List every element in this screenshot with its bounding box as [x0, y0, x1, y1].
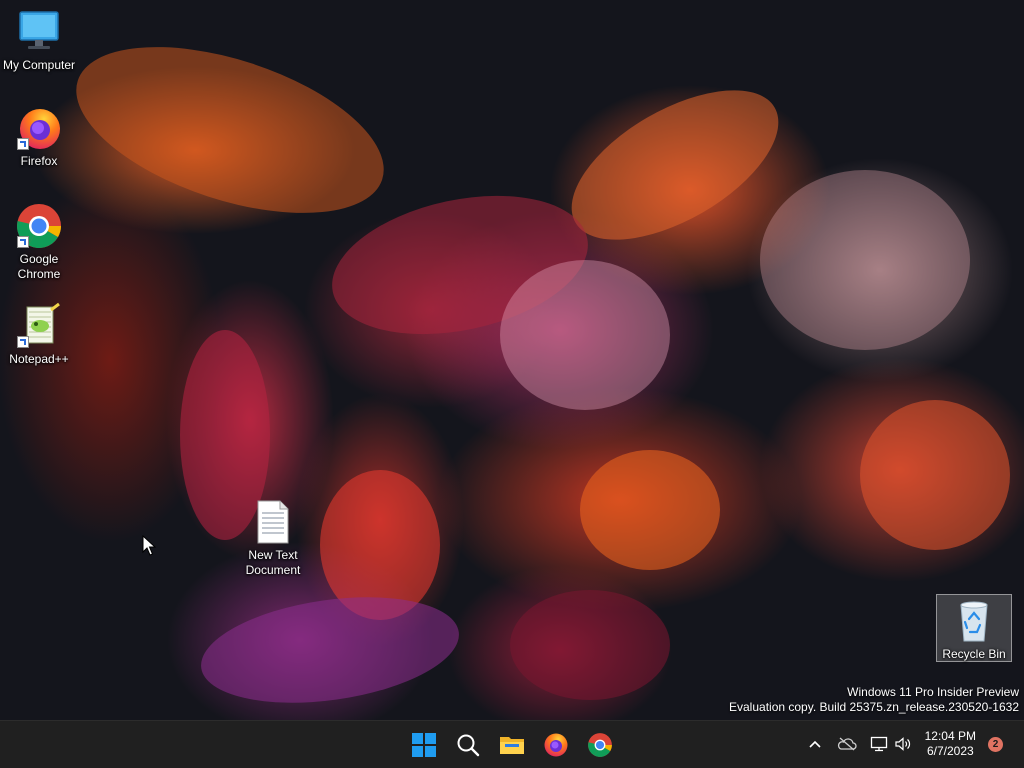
desktop-icon-my-computer[interactable]: My Computer — [0, 8, 78, 73]
clock-button[interactable]: 12:04 PM 6/7/2023 — [925, 729, 976, 759]
taskbar: 12:04 PM 6/7/2023 2 — [0, 720, 1024, 768]
search-icon — [457, 734, 480, 757]
volume-button[interactable] — [892, 734, 914, 754]
desktop-icon-label: Firefox — [20, 154, 58, 168]
monitor-icon — [15, 8, 63, 56]
search-button[interactable] — [450, 727, 486, 763]
firefox-taskbar-button[interactable] — [538, 727, 574, 763]
desktop[interactable]: My Computer Firefox Google Chrome Notepa… — [0, 0, 1024, 720]
desktop-icon-label: Google Chrome — [17, 252, 61, 281]
desktop-icon-google-chrome[interactable]: Google Chrome — [0, 202, 78, 282]
chrome-icon — [15, 202, 63, 250]
clock-time: 12:04 PM — [924, 729, 976, 743]
wallpaper-ribbon — [500, 260, 670, 410]
start-button[interactable] — [406, 727, 442, 763]
onedrive-offline-icon — [837, 737, 857, 751]
wallpaper-ribbon — [510, 590, 670, 700]
shortcut-arrow-icon — [17, 336, 29, 348]
desktop-icon-label: Notepad++ — [9, 352, 69, 366]
text-file-icon — [249, 498, 297, 546]
desktop-icon-recycle-bin[interactable]: Recycle Bin — [936, 594, 1012, 662]
wallpaper-ribbon — [194, 582, 466, 718]
watermark-line-1: Windows 11 Pro Insider Preview — [847, 685, 1019, 699]
network-icon — [870, 736, 888, 752]
volume-icon — [895, 737, 911, 751]
file-explorer-button[interactable] — [494, 727, 530, 763]
onedrive-button[interactable] — [836, 734, 858, 754]
watermark-line-2: Evaluation copy. Build 25375.zn_release.… — [729, 700, 1019, 714]
chevron-up-icon — [809, 740, 821, 748]
desktop-icon-new-text-document[interactable]: New Text Document — [234, 498, 312, 578]
shortcut-arrow-icon — [17, 138, 29, 150]
evaluation-watermark: Windows 11 Pro Insider Preview Evaluatio… — [729, 685, 1019, 715]
desktop-icon-notepadpp[interactable]: Notepad++ — [0, 302, 78, 367]
shortcut-arrow-icon — [17, 236, 29, 248]
desktop-icon-label: New Text Document — [245, 548, 301, 577]
file-explorer-icon — [500, 737, 524, 754]
chrome-taskbar-button[interactable] — [582, 727, 618, 763]
show-hidden-icons-button[interactable] — [806, 734, 824, 754]
desktop-icon-label: Recycle Bin — [942, 647, 1006, 661]
wallpaper-ribbon — [580, 450, 720, 570]
firefox-icon — [544, 733, 568, 757]
desktop-icon-firefox[interactable]: Firefox — [0, 104, 78, 169]
wallpaper-ribbon — [56, 13, 404, 247]
mouse-cursor-icon — [142, 534, 157, 562]
firefox-icon — [15, 104, 63, 152]
wallpaper-ribbon — [760, 170, 970, 350]
notification-badge[interactable]: 2 — [988, 737, 1003, 752]
recycle-bin-icon — [950, 597, 998, 645]
clock-date: 6/7/2023 — [926, 744, 974, 758]
wallpaper-ribbon — [860, 400, 1010, 550]
desktop-icon-label: My Computer — [2, 58, 76, 72]
notepadpp-icon — [15, 302, 63, 350]
start-icon — [412, 733, 436, 757]
chrome-icon — [588, 733, 612, 757]
network-button[interactable] — [868, 734, 890, 754]
